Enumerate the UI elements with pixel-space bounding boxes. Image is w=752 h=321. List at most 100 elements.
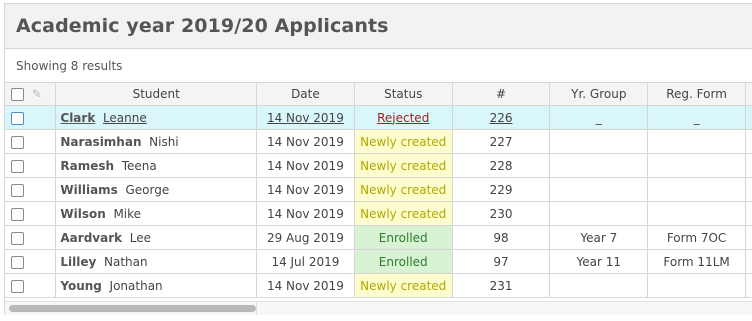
date-cell: 14 Nov 2019 <box>256 273 355 298</box>
page-title: Academic year 2019/20 Applicants <box>16 15 389 37</box>
applicants-table-container: ✎ Student Date Status # Yr. Group Reg. F… <box>5 82 752 298</box>
number-cell: 227 <box>451 129 551 154</box>
scrollbar-thumb[interactable] <box>9 305 256 312</box>
row-select-cell <box>5 225 57 250</box>
student-surname[interactable]: Lilley <box>60 255 96 269</box>
column-header-reg-form[interactable]: Reg. Form <box>647 82 746 106</box>
student-cell[interactable]: Williams George <box>55 177 258 202</box>
pencil-icon[interactable]: ✎ <box>32 87 42 101</box>
student-firstname[interactable]: Leanne <box>103 111 147 125</box>
row-select-cell <box>5 129 57 154</box>
table-row[interactable]: Clark Leanne 14 Nov 2019 Rejected 226 _ _ <box>5 105 752 130</box>
number-cell: 228 <box>451 153 551 178</box>
date-cell: 14 Nov 2019 <box>256 177 355 202</box>
student-firstname[interactable]: Mike <box>113 207 141 221</box>
student-surname[interactable]: Young <box>60 279 102 293</box>
student-cell[interactable]: Clark Leanne <box>55 105 258 130</box>
row-checkbox[interactable] <box>11 255 24 269</box>
row-checkbox[interactable] <box>11 279 24 293</box>
table-row[interactable]: Wilson Mike 14 Nov 2019 Newly created 230 <box>5 201 752 226</box>
student-cell[interactable]: Young Jonathan <box>55 273 258 298</box>
reg-form-cell: Form 7OC <box>647 225 746 250</box>
select-all-checkbox[interactable] <box>11 87 24 101</box>
status-badge: Newly created <box>353 129 453 154</box>
status-badge: Enrolled <box>353 225 453 250</box>
horizontal-scrollbar[interactable] <box>5 301 752 315</box>
row-select-cell <box>5 105 57 130</box>
student-cell[interactable]: Ramesh Teena <box>55 153 258 178</box>
row-select-cell <box>5 249 57 274</box>
row-checkbox[interactable] <box>11 231 24 245</box>
extra-cell <box>744 249 752 274</box>
column-header-year-group[interactable]: Yr. Group <box>549 82 649 106</box>
year-group-cell <box>549 129 649 154</box>
table-row[interactable]: Williams George 14 Nov 2019 Newly created 2… <box>5 177 752 202</box>
student-cell[interactable]: Aardvark Lee <box>55 225 258 250</box>
column-header-status[interactable]: Status <box>353 82 453 106</box>
date-cell: 14 Nov 2019 <box>256 201 355 226</box>
student-surname[interactable]: Aardvark <box>60 231 122 245</box>
date-cell: 14 Jul 2019 <box>256 249 355 274</box>
row-select-cell <box>5 201 57 226</box>
student-cell[interactable]: Lilley Nathan <box>55 249 258 274</box>
status-badge: Newly created <box>353 153 453 178</box>
applicants-table: ✎ Student Date Status # Yr. Group Reg. F… <box>5 82 752 298</box>
scrollbar-divider <box>256 302 257 315</box>
column-header-number[interactable]: # <box>451 82 551 106</box>
row-checkbox[interactable] <box>11 207 24 221</box>
date-cell: 14 Nov 2019 <box>256 129 355 154</box>
year-group-cell <box>549 153 649 178</box>
student-surname[interactable]: Clark <box>60 111 95 125</box>
status-badge: Rejected <box>353 105 453 130</box>
student-firstname[interactable]: Lee <box>130 231 151 245</box>
student-cell[interactable]: Wilson Mike <box>55 201 258 226</box>
status-badge: Enrolled <box>353 249 453 274</box>
title-bar: Academic year 2019/20 Applicants <box>5 4 752 49</box>
student-surname[interactable]: Narasimhan <box>60 135 141 149</box>
year-group-cell: Year 11 <box>549 249 649 274</box>
header-select-cell: ✎ <box>5 82 57 106</box>
row-checkbox[interactable] <box>11 183 24 197</box>
column-header-student[interactable]: Student <box>55 82 258 106</box>
date-cell: 14 Nov 2019 <box>256 153 355 178</box>
table-row[interactable]: Aardvark Lee 29 Aug 2019 Enrolled 98 Year 7F… <box>5 225 752 250</box>
table-row[interactable]: Lilley Nathan 14 Jul 2019 Enrolled 97 Year 1… <box>5 249 752 274</box>
row-select-cell <box>5 153 57 178</box>
student-firstname[interactable]: Nishi <box>149 135 179 149</box>
student-surname[interactable]: Ramesh <box>60 159 114 173</box>
year-group-cell <box>549 201 649 226</box>
reg-form-cell <box>647 153 746 178</box>
year-group-cell <box>549 273 649 298</box>
number-cell: 97 <box>451 249 551 274</box>
date-cell: 29 Aug 2019 <box>256 225 355 250</box>
status-badge: Newly created <box>353 177 453 202</box>
row-checkbox[interactable] <box>11 159 24 173</box>
reg-form-cell: _ <box>647 105 746 130</box>
header-row: ✎ Student Date Status # Yr. Group Reg. F… <box>5 82 752 106</box>
year-group-cell <box>549 177 649 202</box>
reg-form-cell <box>647 201 746 226</box>
table-row[interactable]: Narasimhan Nishi 14 Nov 2019 Newly created… <box>5 129 752 154</box>
row-checkbox[interactable] <box>11 135 24 149</box>
row-select-cell <box>5 273 57 298</box>
student-firstname[interactable]: George <box>125 183 169 197</box>
row-checkbox[interactable] <box>11 111 24 125</box>
table-row[interactable]: Young Jonathan 14 Nov 2019 Newly created 23… <box>5 273 752 298</box>
number-cell: 231 <box>451 273 551 298</box>
status-badge: Newly created <box>353 273 453 298</box>
extra-cell <box>744 177 752 202</box>
applicants-panel: Academic year 2019/20 Applicants Showing… <box>4 3 752 315</box>
student-firstname[interactable]: Nathan <box>104 255 148 269</box>
student-firstname[interactable]: Jonathan <box>110 279 163 293</box>
extra-cell <box>744 105 752 130</box>
reg-form-cell <box>647 129 746 154</box>
column-header-extra <box>744 82 752 106</box>
student-surname[interactable]: Williams <box>60 183 117 197</box>
student-surname[interactable]: Wilson <box>60 207 105 221</box>
row-select-cell <box>5 177 57 202</box>
student-firstname[interactable]: Teena <box>122 159 157 173</box>
student-cell[interactable]: Narasimhan Nishi <box>55 129 258 154</box>
status-badge: Newly created <box>353 201 453 226</box>
table-row[interactable]: Ramesh Teena 14 Nov 2019 Newly created 228 <box>5 153 752 178</box>
column-header-date[interactable]: Date <box>256 82 355 106</box>
